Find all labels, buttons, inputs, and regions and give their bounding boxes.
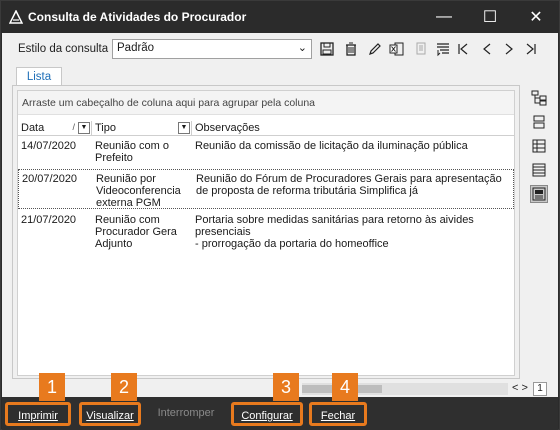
page-number[interactable]: 1 bbox=[533, 382, 547, 396]
cell-tipo: Reunião com Procurador Gera Adjunto bbox=[95, 214, 177, 250]
card-view-icon[interactable] bbox=[530, 113, 548, 131]
style-select[interactable]: Padrão ⌄ bbox=[112, 39, 312, 59]
close-button[interactable]: Fechar bbox=[309, 402, 367, 426]
save-icon[interactable] bbox=[318, 39, 336, 59]
sort-indicator-icon: / bbox=[72, 122, 75, 132]
main-panel: Estilo da consulta Padrão ⌄ Lista Arrast… bbox=[2, 33, 558, 397]
table-row-selected[interactable]: 20/07/2020 Reunião por Videoconferencia … bbox=[18, 169, 514, 209]
view-button[interactable]: Visualizar bbox=[79, 402, 141, 426]
column-header-observacoes[interactable]: Observações bbox=[192, 121, 514, 136]
annotation-badge-2: 2 bbox=[111, 373, 137, 401]
cell-tipo: Reunião com o Prefeito bbox=[95, 140, 169, 164]
pager: < > 1 bbox=[512, 382, 547, 396]
minimize-button[interactable]: — bbox=[421, 1, 467, 33]
configure-button[interactable]: Configurar bbox=[231, 402, 303, 426]
cell-data: 14/07/2020 bbox=[21, 140, 77, 152]
tab-lista[interactable]: Lista bbox=[16, 67, 62, 86]
detail-view-icon[interactable] bbox=[530, 185, 548, 203]
window-title: Consulta de Atividades do Procurador bbox=[28, 10, 247, 24]
filter-dropdown-icon[interactable]: ▼ bbox=[178, 122, 190, 134]
table-view-icon[interactable] bbox=[530, 137, 548, 155]
list-panel: Arraste um cabeçalho de coluna aqui para… bbox=[12, 85, 520, 379]
table-row[interactable]: 21/07/2020 Reunião com Procurador Gera A… bbox=[18, 211, 514, 261]
column-header-label: Tipo bbox=[95, 122, 116, 134]
style-label: Estilo da consulta bbox=[18, 43, 109, 55]
interrupt-button[interactable]: Interromper bbox=[151, 402, 221, 426]
style-select-value: Padrão bbox=[117, 42, 155, 54]
chevron-down-icon: ⌄ bbox=[297, 42, 307, 54]
maximize-button[interactable]: ☐ bbox=[467, 1, 513, 33]
copy-icon[interactable] bbox=[412, 39, 430, 59]
title-bar: Consulta de Atividades do Procurador — ☐… bbox=[1, 1, 559, 33]
app-logo-icon bbox=[8, 9, 24, 24]
app-window: Consulta de Atividades do Procurador — ☐… bbox=[0, 0, 560, 430]
data-grid: Arraste um cabeçalho de coluna aqui para… bbox=[17, 90, 515, 376]
annotation-badge-3: 3 bbox=[273, 373, 299, 401]
close-window-button[interactable]: ✕ bbox=[513, 1, 559, 33]
list-view-icon[interactable] bbox=[530, 161, 548, 179]
column-header-data[interactable]: Data / ▼ bbox=[18, 121, 92, 136]
delete-icon[interactable] bbox=[342, 39, 360, 59]
pager-prev-button[interactable]: < bbox=[512, 382, 518, 394]
cell-observacoes: Reunião do Fórum de Procuradores Gerais … bbox=[196, 173, 502, 197]
cell-tipo: Reunião por Videoconferencia externa PGM bbox=[96, 173, 181, 209]
table-row[interactable]: 14/07/2020 Reunião com o Prefeito Reuniã… bbox=[18, 137, 514, 165]
edit-icon[interactable] bbox=[366, 39, 384, 59]
print-button[interactable]: Imprimir bbox=[5, 402, 71, 426]
column-header-label: Data bbox=[21, 122, 45, 134]
tree-view-icon[interactable] bbox=[530, 89, 548, 107]
excel-export-icon[interactable] bbox=[388, 39, 406, 59]
last-icon[interactable] bbox=[522, 39, 540, 59]
filter-config-icon[interactable] bbox=[434, 39, 452, 59]
cell-data: 20/07/2020 bbox=[22, 173, 78, 185]
column-header-tipo[interactable]: Tipo ▼ bbox=[92, 121, 192, 136]
annotation-badge-4: 4 bbox=[332, 373, 358, 401]
cell-observacoes: Portaria sobre medidas sanitárias para r… bbox=[195, 214, 474, 250]
column-header-label: Observações bbox=[195, 122, 260, 134]
annotation-badge-1: 1 bbox=[39, 373, 65, 401]
prev-icon[interactable] bbox=[478, 39, 496, 59]
group-by-area[interactable]: Arraste um cabeçalho de coluna aqui para… bbox=[18, 91, 514, 115]
next-icon[interactable] bbox=[500, 39, 518, 59]
pager-next-button[interactable]: > bbox=[522, 382, 528, 394]
first-icon[interactable] bbox=[454, 39, 472, 59]
filter-dropdown-icon[interactable]: ▼ bbox=[78, 122, 90, 134]
cell-data: 21/07/2020 bbox=[21, 214, 77, 226]
cell-observacoes: Reunião da comissão de licitação da ilum… bbox=[195, 140, 468, 152]
